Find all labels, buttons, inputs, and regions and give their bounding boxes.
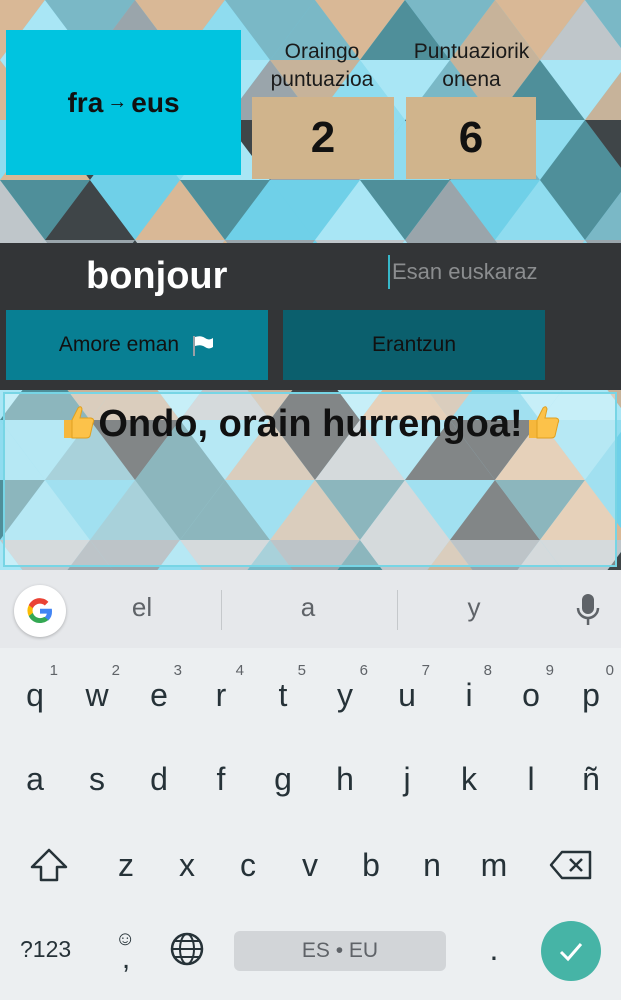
language-key[interactable] bbox=[156, 910, 218, 988]
emoji-icon: ☺ bbox=[115, 928, 136, 950]
key-l[interactable]: l bbox=[500, 740, 562, 818]
globe-icon bbox=[170, 932, 204, 966]
key-label: i bbox=[465, 676, 473, 713]
suggestion-3[interactable]: y bbox=[434, 592, 514, 623]
key-m[interactable]: m bbox=[463, 826, 525, 904]
key-s[interactable]: s bbox=[66, 740, 128, 818]
key-hint: 5 bbox=[297, 662, 306, 679]
key-label: o bbox=[522, 676, 540, 713]
key-c[interactable]: c bbox=[217, 826, 279, 904]
key-h[interactable]: h bbox=[314, 740, 376, 818]
key-hint: 1 bbox=[49, 662, 58, 679]
answer-button[interactable]: Erantzun bbox=[283, 310, 545, 380]
key-label: q bbox=[26, 676, 44, 713]
key-d[interactable]: d bbox=[128, 740, 190, 818]
suggestion-divider bbox=[397, 590, 398, 630]
give-up-button[interactable]: Amore eman bbox=[6, 310, 268, 380]
key-u[interactable]: 7u bbox=[376, 656, 438, 734]
key-w[interactable]: 2w bbox=[66, 656, 128, 734]
key-q[interactable]: 1q bbox=[4, 656, 66, 734]
shift-key[interactable] bbox=[18, 826, 80, 904]
key-hint: 4 bbox=[235, 662, 244, 679]
key-label: u bbox=[398, 676, 416, 713]
feedback-message-row: Ondo, orain hurrengoa! bbox=[0, 402, 621, 446]
key-a[interactable]: a bbox=[4, 740, 66, 818]
source-language: fra bbox=[67, 86, 104, 118]
best-score-label: Puntuaziorik onena bbox=[413, 40, 530, 91]
key-hint: 3 bbox=[173, 662, 182, 679]
language-direction-box: fra → eus bbox=[6, 30, 241, 175]
feedback-message: Ondo, orain hurrengoa! bbox=[98, 403, 523, 445]
best-score-value: 6 bbox=[406, 97, 536, 179]
checkmark-icon bbox=[559, 943, 583, 962]
key-hint: 9 bbox=[545, 662, 554, 679]
key-n[interactable]: n bbox=[401, 826, 463, 904]
space-bar[interactable]: ES • EU bbox=[234, 931, 446, 971]
suggestion-divider bbox=[221, 590, 222, 630]
key-r[interactable]: 4r bbox=[190, 656, 252, 734]
key-hint: 7 bbox=[421, 662, 430, 679]
key-x[interactable]: x bbox=[156, 826, 218, 904]
shift-icon bbox=[30, 848, 68, 882]
thumbs-up-icon bbox=[523, 402, 563, 442]
enter-key[interactable] bbox=[541, 921, 601, 981]
key-k[interactable]: k bbox=[438, 740, 500, 818]
key-hint: 6 bbox=[359, 662, 368, 679]
key-b[interactable]: b bbox=[340, 826, 402, 904]
key-v[interactable]: v bbox=[279, 826, 341, 904]
thumbs-up-icon bbox=[58, 402, 98, 442]
white-flag-icon bbox=[191, 335, 215, 356]
key-z[interactable]: z bbox=[95, 826, 157, 904]
key-t[interactable]: 5t bbox=[252, 656, 314, 734]
key-p[interactable]: 0p bbox=[560, 656, 621, 734]
key-label: y bbox=[337, 676, 353, 713]
suggestion-2[interactable]: a bbox=[268, 592, 348, 623]
key-f[interactable]: f bbox=[190, 740, 252, 818]
period-key[interactable]: . bbox=[463, 910, 525, 988]
key-hint: 0 bbox=[605, 662, 614, 679]
key-hint: 8 bbox=[483, 662, 492, 679]
comma-key[interactable]: ☺ , bbox=[95, 910, 157, 988]
key-ñ[interactable]: ñ bbox=[560, 740, 621, 818]
key-label: t bbox=[278, 676, 288, 713]
target-language: eus bbox=[131, 86, 180, 118]
backspace-key[interactable] bbox=[540, 826, 602, 904]
key-label: r bbox=[215, 676, 227, 713]
current-score-label: Oraingo puntuazioa bbox=[270, 40, 374, 91]
backspace-icon bbox=[549, 850, 592, 880]
current-score-value: 2 bbox=[252, 97, 394, 179]
key-hint: 2 bbox=[111, 662, 120, 679]
google-icon[interactable] bbox=[14, 585, 66, 637]
direction-arrow: → bbox=[107, 91, 128, 113]
mic-icon[interactable] bbox=[574, 590, 602, 630]
key-label: e bbox=[150, 676, 168, 713]
key-label: p bbox=[582, 676, 600, 713]
key-y[interactable]: 6y bbox=[314, 656, 376, 734]
symbols-key[interactable]: ?123 bbox=[20, 936, 71, 963]
answer-input[interactable] bbox=[388, 255, 602, 289]
key-i[interactable]: 8i bbox=[438, 656, 500, 734]
answer-label: Erantzun bbox=[371, 333, 457, 356]
key-o[interactable]: 9o bbox=[500, 656, 562, 734]
key-e[interactable]: 3e bbox=[128, 656, 190, 734]
key-j[interactable]: j bbox=[376, 740, 438, 818]
key-g[interactable]: g bbox=[252, 740, 314, 818]
key-label: w bbox=[85, 676, 109, 713]
soft-keyboard: el a y ?123 ☺ , ES • EU . 1q2w3e4r5t6y7u… bbox=[0, 570, 621, 1000]
quiz-word: bonjour bbox=[86, 255, 228, 297]
suggestion-bar: el a y bbox=[0, 570, 621, 648]
suggestion-1[interactable]: el bbox=[102, 592, 182, 623]
give-up-label: Amore eman bbox=[58, 333, 180, 356]
